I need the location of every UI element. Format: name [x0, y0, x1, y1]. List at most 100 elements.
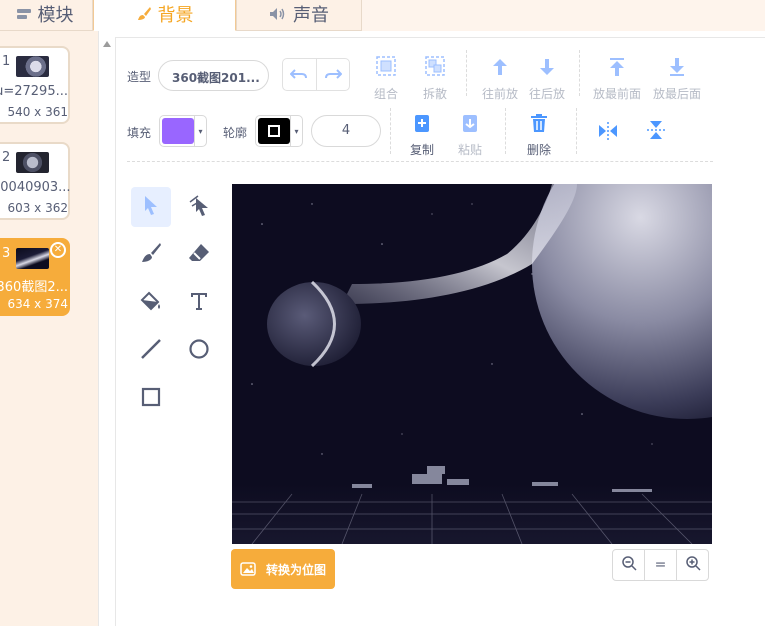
costume-list-scrollbar[interactable]	[98, 31, 114, 626]
flip-vertical-icon	[646, 119, 666, 144]
ungroup-label: 拆散	[422, 87, 447, 101]
delete-costume-icon[interactable]: ✕	[50, 242, 66, 258]
paint-editor-screen: 模块 背景 声音 1 u=27295... 540 x 361 2 000409…	[0, 0, 765, 626]
flip-horizontal-button[interactable]	[583, 118, 633, 144]
speaker-icon	[269, 7, 287, 21]
brush-tool[interactable]	[131, 235, 171, 275]
line-icon	[140, 338, 162, 364]
group-button[interactable]: 组合	[361, 54, 411, 102]
paste-label: 粘贴	[457, 143, 482, 157]
circle-icon	[188, 338, 210, 364]
zoom-in-icon	[685, 555, 701, 575]
costume-name-input[interactable]: 360截图201...	[158, 60, 269, 91]
scroll-up-icon[interactable]	[103, 41, 111, 47]
costume-number: 2	[2, 150, 11, 165]
costume-thumbnail	[16, 248, 49, 269]
zoom-controls: =	[612, 549, 709, 581]
copy-button[interactable]: 复制	[397, 110, 447, 158]
arrow-cursor-icon	[142, 195, 160, 219]
outline-color-picker[interactable]: ▾	[255, 115, 303, 147]
paste-button[interactable]: 粘贴	[445, 110, 495, 158]
convert-to-bitmap-button[interactable]: 转换为位图	[231, 549, 335, 589]
chevron-down-icon: ▾	[290, 116, 302, 146]
reshape-icon	[188, 194, 210, 220]
line-tool[interactable]	[131, 331, 171, 371]
image-icon	[240, 562, 256, 576]
fill-tool[interactable]	[131, 283, 171, 323]
bring-to-front-label: 放最前面	[592, 87, 641, 101]
reshape-tool[interactable]	[179, 187, 219, 227]
chevron-down-icon: ▾	[194, 116, 206, 146]
text-tool[interactable]	[179, 283, 219, 323]
undo-icon	[289, 65, 308, 84]
costume-name: 00040903...	[0, 180, 71, 195]
fill-label: 填充	[127, 126, 152, 140]
costume-thumbnail	[16, 56, 49, 77]
zoom-reset-button[interactable]: =	[644, 550, 676, 580]
ungroup-button[interactable]: 拆散	[410, 54, 460, 102]
costume-name-label: 造型	[127, 70, 152, 84]
bring-to-front-button[interactable]: 放最前面	[588, 54, 646, 102]
outline-label: 轮廓	[223, 126, 248, 140]
zoom-in-button[interactable]	[676, 550, 708, 580]
blocks-icon	[16, 7, 32, 21]
copy-icon	[413, 113, 431, 136]
costume-item-1[interactable]: 1 u=27295... 540 x 361	[0, 46, 70, 124]
zoom-out-icon	[621, 555, 637, 575]
delete-label: 删除	[526, 143, 551, 157]
convert-to-bitmap-label: 转换为位图	[265, 562, 326, 577]
undo-button[interactable]	[283, 59, 317, 90]
costume-name: 360截图2...	[0, 280, 68, 295]
tab-label: 模块	[37, 5, 74, 26]
costume-item-2[interactable]: 2 00040903... 603 x 362	[0, 142, 71, 220]
eraser-icon	[188, 242, 210, 268]
send-to-back-label: 放最后面	[652, 87, 701, 101]
tab-bar: 模块 背景 声音	[0, 0, 765, 31]
send-to-back-button[interactable]: 放最后面	[648, 54, 706, 102]
fill-color-picker[interactable]: ▾	[159, 115, 207, 147]
bring-to-front-icon	[607, 57, 627, 80]
undo-redo-group	[282, 58, 350, 91]
costume-size: 603 x 362	[7, 201, 68, 215]
costume-number: 1	[2, 54, 11, 69]
paintbrush-icon	[136, 6, 152, 22]
fill-color-swatch	[162, 118, 194, 144]
costume-thumbnail	[16, 152, 49, 173]
brush-icon	[140, 242, 162, 268]
send-to-back-icon	[667, 57, 687, 80]
redo-button[interactable]	[317, 59, 350, 90]
outline-width-input[interactable]: 4	[311, 115, 381, 147]
tab-backdrops[interactable]: 背景	[93, 0, 236, 31]
paste-icon	[461, 113, 479, 136]
tab-code[interactable]: 模块	[0, 0, 93, 31]
ungroup-icon	[424, 55, 446, 80]
costume-size: 540 x 361	[7, 105, 68, 119]
flip-horizontal-icon	[597, 121, 619, 144]
flip-vertical-button[interactable]	[631, 118, 681, 144]
backward-label: 往后放	[528, 87, 565, 101]
forward-button[interactable]: 往前放	[475, 54, 525, 102]
toolbar-divider	[576, 108, 577, 154]
toolbar-divider	[390, 108, 391, 154]
text-icon	[189, 291, 209, 315]
select-tool[interactable]	[131, 187, 171, 227]
group-label: 组合	[373, 87, 398, 101]
zoom-out-button[interactable]	[613, 550, 644, 580]
space-scene-image	[232, 184, 712, 544]
eraser-tool[interactable]	[179, 235, 219, 275]
copy-label: 复制	[409, 143, 434, 157]
costume-number: 3	[2, 246, 11, 261]
costume-item-3[interactable]: 3 360截图2... 634 x 374 ✕	[0, 238, 70, 316]
backward-button[interactable]: 往后放	[522, 54, 572, 102]
delete-button[interactable]: 删除	[514, 110, 564, 158]
tab-sounds[interactable]: 声音	[236, 0, 362, 31]
circle-tool[interactable]	[179, 331, 219, 371]
costume-list: 1 u=27295... 540 x 361 2 00040903... 603…	[0, 31, 98, 626]
outline-color-swatch	[258, 118, 290, 144]
arrow-up-icon	[490, 57, 510, 80]
toolbar-divider	[466, 50, 467, 96]
drawing-canvas[interactable]	[232, 184, 712, 544]
rectangle-tool[interactable]	[131, 379, 171, 419]
costume-size: 634 x 374	[7, 297, 68, 311]
redo-icon	[324, 65, 343, 84]
